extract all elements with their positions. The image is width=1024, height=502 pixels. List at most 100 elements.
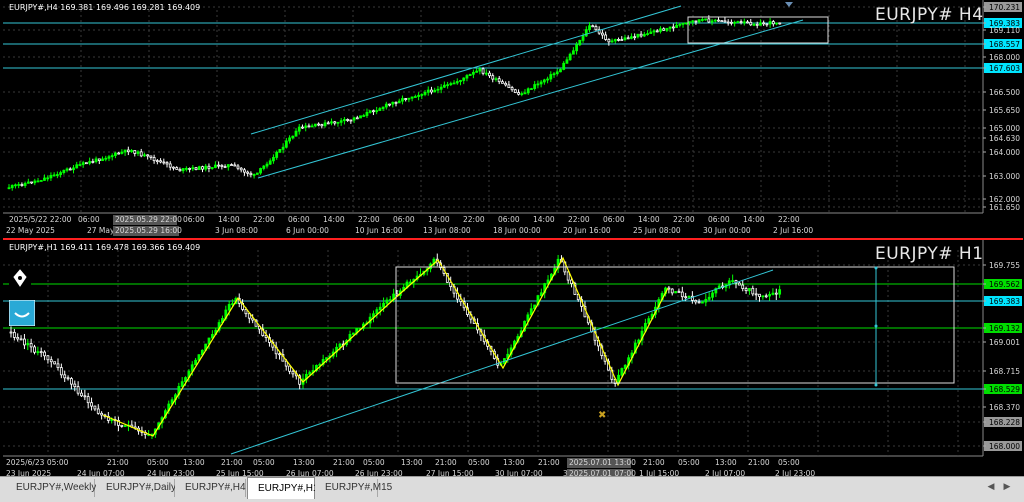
tab-eurjpym15[interactable]: EURJPY#,M15 — [315, 479, 392, 497]
candle-body — [381, 106, 385, 109]
candle-body — [504, 82, 508, 86]
candle-body — [338, 343, 342, 348]
candle-body — [372, 110, 375, 113]
candle-body — [246, 171, 250, 174]
trend-channel-line[interactable] — [230, 269, 774, 455]
candle-body — [647, 318, 651, 324]
chart-tab-bar: EURJPY#,Weekly EURJPY#,Daily EURJPY#,H4 EUR… — [0, 476, 1024, 502]
candle-body — [16, 336, 20, 340]
tab-eurjpydaily[interactable]: EURJPY#,Daily — [96, 479, 176, 497]
candle-body — [355, 117, 359, 120]
tab-eurjpyweekly[interactable]: EURJPY#,Weekly — [6, 479, 96, 497]
candle-body — [423, 91, 427, 95]
price-label: 164.630 — [989, 134, 1020, 143]
candle-body — [181, 168, 185, 172]
candle-body — [330, 121, 333, 124]
candle-body — [630, 36, 633, 39]
chart-pane-h1[interactable]: 169.755 169.562 169.383 169.132 169.001 168.7… — [3, 240, 1023, 476]
candle-body — [430, 89, 433, 93]
time-label: 06:00 — [393, 215, 415, 224]
candle-body — [352, 117, 356, 121]
candle-body — [188, 168, 192, 170]
candle-body — [446, 84, 450, 87]
candle-body — [62, 169, 66, 174]
candle-body — [90, 402, 93, 407]
shift-marker-icon[interactable] — [785, 2, 793, 7]
candle-body — [678, 23, 682, 26]
price-label: 168.228 — [989, 418, 1020, 427]
candle-body — [326, 122, 330, 125]
candle-body — [365, 112, 369, 116]
candle-body — [533, 84, 537, 89]
candle-body — [501, 81, 504, 84]
candle-body — [159, 160, 162, 163]
chart-canvas-h4[interactable]: 170.231169.383169.110168.557168.000167.6… — [3, 0, 1023, 238]
candle-body — [80, 392, 83, 397]
price-label: 169.755 — [989, 261, 1020, 270]
candle-body — [768, 294, 771, 297]
candle-body — [201, 166, 204, 170]
measure-point[interactable] — [874, 324, 878, 328]
tab-eurjpyh1[interactable]: EURJPY#,H1 — [247, 477, 319, 499]
time-label-bottom: 26 Jun 23:00 — [355, 469, 403, 476]
candle-body — [162, 161, 166, 164]
candle-body — [517, 92, 520, 95]
candle-body — [359, 115, 362, 119]
candle-body — [194, 359, 198, 366]
candle-body — [646, 33, 649, 36]
tab-eurjpyh4[interactable]: EURJPY#,H4 — [175, 479, 246, 497]
time-label: 14:00 — [533, 215, 555, 224]
candle-body — [26, 343, 30, 346]
candle-body — [688, 21, 691, 24]
candle-body — [623, 37, 627, 41]
candle-body — [180, 381, 184, 387]
time-label-bottom: 24 Jun 23:00 — [147, 469, 195, 476]
time-label: 22:00 — [568, 215, 590, 224]
time-label-bottom: 27 Jun 15:00 — [426, 469, 474, 476]
candle-body — [713, 19, 717, 22]
candle-body — [687, 295, 691, 298]
chart-pane-h4[interactable]: 170.231 169.383 169.110 168.557 168.000 167.6… — [3, 0, 1023, 240]
time-label-bottom: 2 Jul 23:00 — [775, 469, 815, 476]
candle-body — [555, 71, 559, 75]
candle-body — [43, 177, 46, 181]
candle-body — [362, 115, 366, 117]
symbol-label-h1: EURJPY# H1 — [875, 244, 984, 264]
candle-body — [755, 23, 759, 26]
candle-body — [675, 24, 678, 28]
scroll-right-icon[interactable]: ▶ — [1000, 480, 1014, 494]
candle-body — [566, 271, 570, 281]
candle-body — [59, 367, 63, 376]
time-label: 2025.07.01 13:00 — [569, 458, 636, 467]
time-label: 13:00 — [401, 458, 423, 467]
candle-body — [568, 53, 572, 61]
time-label: 14:00 — [218, 215, 240, 224]
price-label: 168.370 — [989, 403, 1020, 412]
scroll-left-icon[interactable]: ◀ — [984, 480, 998, 494]
time-label: 06:00 — [603, 215, 625, 224]
candle-body — [507, 84, 511, 89]
time-label: 06:00 — [498, 215, 520, 224]
price-label: 168.000 — [989, 442, 1020, 451]
time-label-bottom: 22 May 2025 — [6, 226, 55, 235]
candle-body — [707, 296, 711, 300]
chart-canvas-h1[interactable]: 169.755 169.562 169.383 169.132 169.001 168.7… — [3, 240, 1023, 476]
candle-body — [659, 28, 662, 32]
candle-body — [613, 39, 617, 42]
candle-body — [72, 167, 75, 171]
candle-body — [110, 419, 114, 421]
measure-point[interactable] — [874, 383, 878, 387]
time-label: 06:00 — [78, 215, 100, 224]
trend-channel-upper[interactable] — [250, 5, 682, 135]
price-label: 168.715 — [989, 367, 1020, 376]
candle-body — [471, 71, 475, 75]
smile-tool-icon[interactable] — [8, 299, 36, 327]
measure-point[interactable] — [874, 266, 878, 270]
candle-body — [281, 146, 285, 150]
time-label: 21:00 — [538, 458, 560, 467]
time-label: 13:00 — [293, 458, 315, 467]
candle-body — [404, 98, 408, 100]
symbol-label-h4: EURJPY# H4 — [875, 5, 984, 25]
pen-tool-icon[interactable] — [9, 267, 31, 289]
candle-body — [455, 81, 459, 84]
